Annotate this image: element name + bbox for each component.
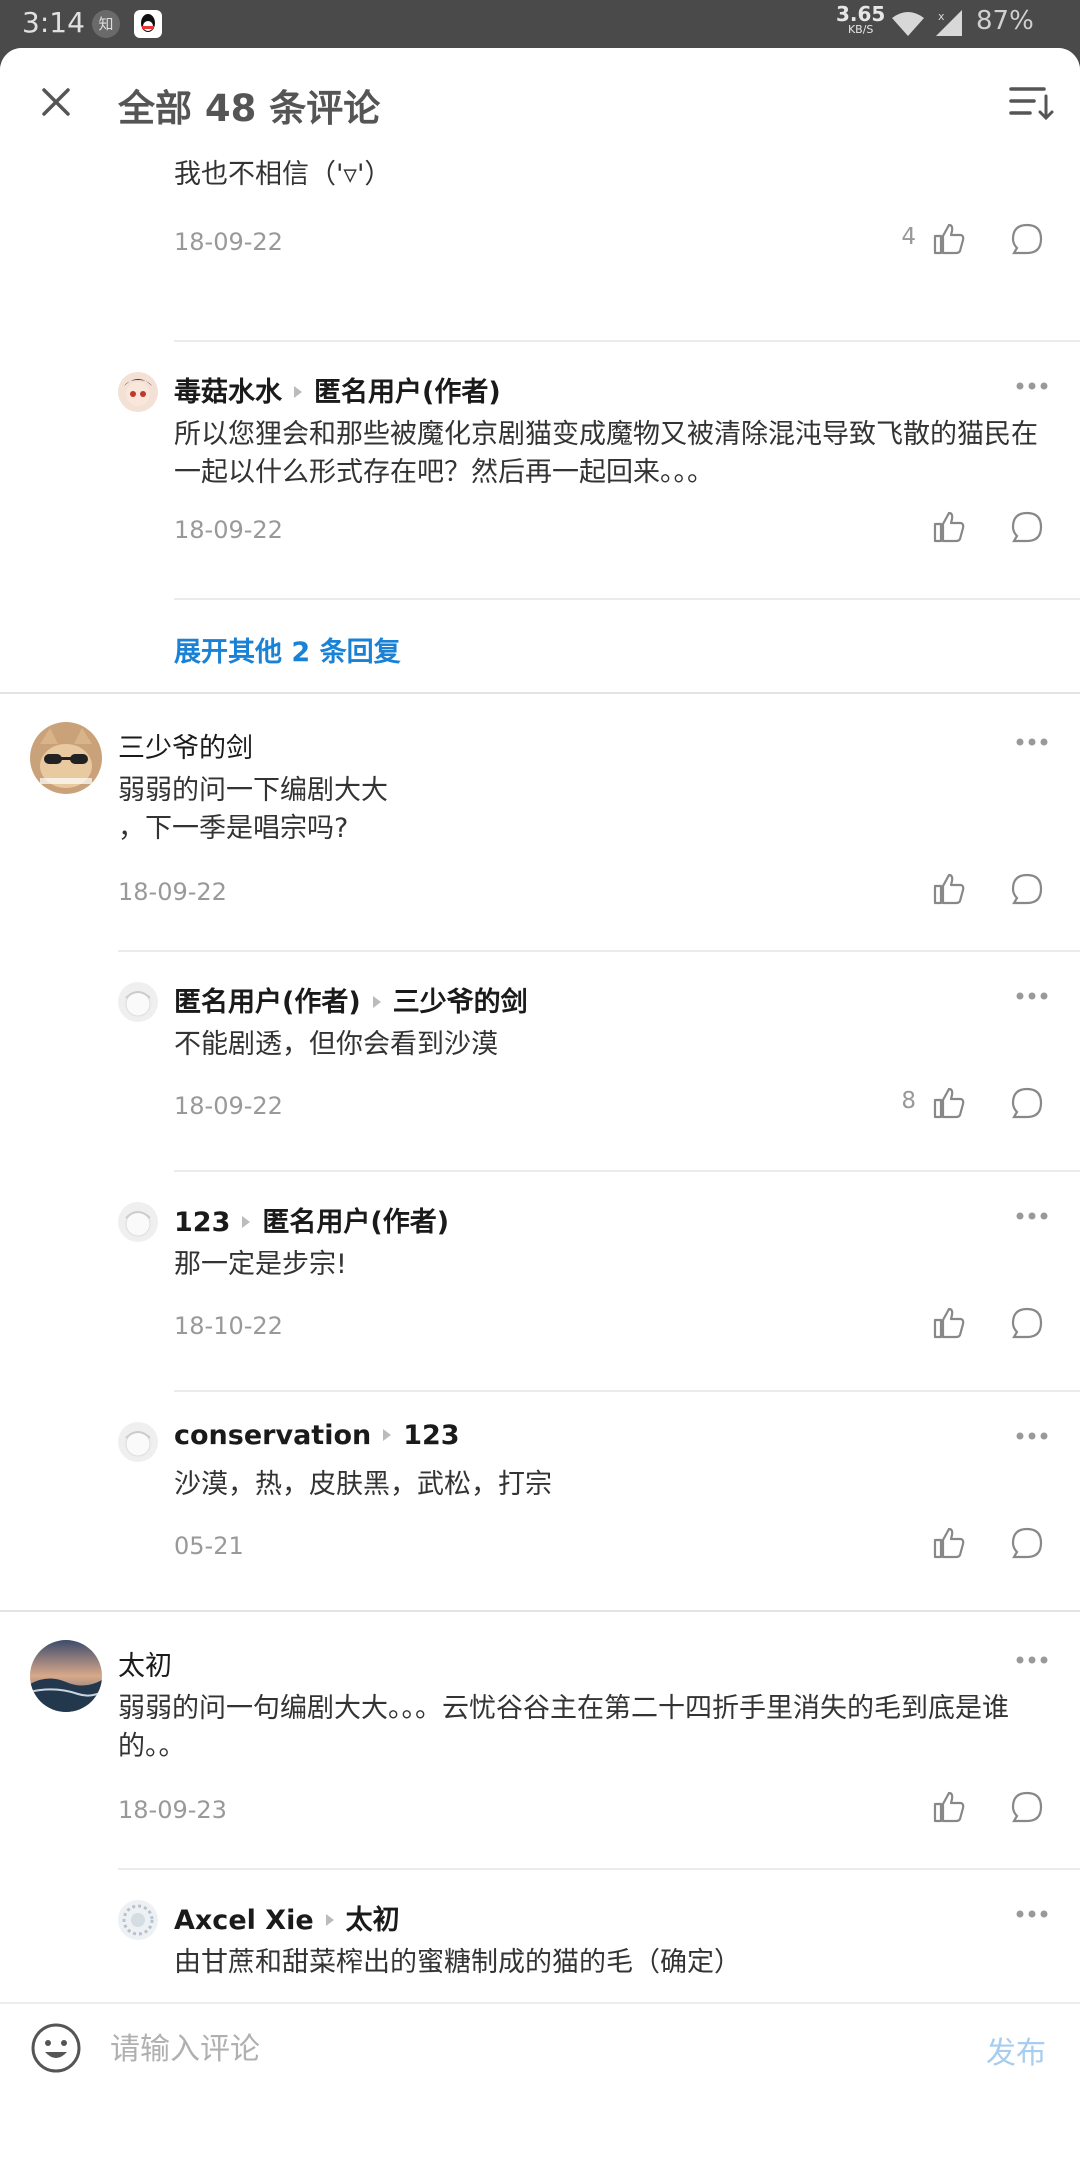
reply-icon[interactable] <box>1010 1086 1044 1120</box>
more-icon[interactable] <box>1016 1426 1048 1440</box>
svg-text:x: x <box>938 10 945 23</box>
sheet-header: 全部 48 条评论 <box>0 48 1080 158</box>
more-icon[interactable] <box>1016 732 1048 746</box>
comment-text: 沙漠，热，皮肤黑，武松，打宗 <box>174 1469 552 1500</box>
comment-text: 弱弱的问一下编剧大大 ，下一季是唱宗吗? <box>118 775 388 844</box>
comment-text: 我也不相信（'▿'） <box>174 159 392 190</box>
reply-item: 匿名用户(作者) 三少爷的剑 不能剧透，但你会看到沙漠 18-09-22 8 <box>0 952 1080 1172</box>
like-count: 4 <box>901 224 916 250</box>
reply-icon[interactable] <box>1010 1790 1044 1824</box>
avatar[interactable] <box>118 1900 158 1940</box>
emoji-icon[interactable] <box>30 2022 82 2074</box>
zhihu-notification-icon: 知 <box>92 10 120 38</box>
comment-text: 所以您狸会和那些被魔化京剧猫变成魔物又被清除混沌导致飞散的猫民在一起以什么形式存… <box>174 419 1038 488</box>
comment-text: 弱弱的问一句编剧大大。。。云忧谷谷主在第二十四折手里消失的毛到底是谁的。。 <box>118 1693 1009 1762</box>
reply-to-name[interactable]: 匿名用户(作者) <box>314 377 501 408</box>
comment-date: 18-10-22 <box>174 1312 283 1340</box>
expand-replies-link[interactable]: 展开其他 2 条回复 <box>174 630 401 669</box>
reply-to-name[interactable]: 太初 <box>346 1905 400 1936</box>
avatar[interactable] <box>30 1640 102 1712</box>
author-name[interactable]: 毒菇水水 <box>174 377 282 408</box>
comment-list[interactable]: 我也不相信（'▿'） 18-09-22 4 毒菇水水 匿名用户(作者) 所以您狸会… <box>0 158 1080 2068</box>
status-time: 3:14 <box>22 6 85 39</box>
comment-input-bar: 发布 <box>0 2002 1080 2096</box>
like-icon[interactable] <box>932 1526 966 1560</box>
avatar[interactable] <box>118 372 158 412</box>
more-icon[interactable] <box>1016 1650 1048 1664</box>
reply-to-name[interactable]: 匿名用户(作者) <box>262 1207 449 1238</box>
author-name[interactable]: 太初 <box>118 1651 172 1682</box>
comments-sheet: 全部 48 条评论 我也不相信（'▿'） 18-09-22 4 毒菇水水 匿名用户… <box>0 48 1080 2160</box>
reply-icon[interactable] <box>1010 510 1044 544</box>
more-icon[interactable] <box>1016 1904 1048 1918</box>
reply-arrow-icon <box>325 1914 334 1926</box>
reply-icon[interactable] <box>1010 1526 1044 1560</box>
network-speed-value: 3.65 <box>836 2 886 26</box>
status-bar: 3:14 知 3.65 KB/S x 87% <box>0 0 1080 48</box>
like-icon[interactable] <box>932 1306 966 1340</box>
author-name[interactable]: conservation <box>174 1420 371 1451</box>
comment-text: 那一定是步宗! <box>174 1249 347 1280</box>
like-icon[interactable] <box>932 1086 966 1120</box>
author-name[interactable]: Axcel Xie <box>174 1905 314 1936</box>
more-icon[interactable] <box>1016 1206 1048 1220</box>
author-line: 三少爷的剑 <box>118 726 253 765</box>
author-name[interactable]: 123 <box>174 1207 230 1238</box>
publish-button[interactable]: 发布 <box>986 2028 1046 2072</box>
comment-text: 不能剧透，但你会看到沙漠 <box>174 1029 498 1060</box>
author-line: 匿名用户(作者) 三少爷的剑 <box>174 980 528 1019</box>
comment-item: 三少爷的剑 弱弱的问一下编剧大大 ，下一季是唱宗吗? 18-09-22 <box>0 694 1080 994</box>
comment-date: 18-09-22 <box>174 228 283 256</box>
author-line: conservation 123 <box>174 1420 460 1451</box>
avatar[interactable] <box>30 722 102 794</box>
more-icon[interactable] <box>1016 376 1048 390</box>
reply-icon[interactable] <box>1010 222 1044 256</box>
comment-date: 18-09-22 <box>174 516 283 544</box>
author-line: Axcel Xie 太初 <box>174 1898 400 1937</box>
reply-item: 毒菇水水 匿名用户(作者) 所以您狸会和那些被魔化京剧猫变成魔物又被清除混沌导致飞… <box>0 342 1080 600</box>
comment-text: 由甘蔗和甜菜榨出的蜜糖制成的猫的毛（确定） <box>174 1947 741 1978</box>
comment-date: 18-09-23 <box>118 1796 227 1824</box>
comment-item: 太初 弱弱的问一句编剧大大。。。云忧谷谷主在第二十四折手里消失的毛到底是谁的。。… <box>0 1612 1080 1912</box>
like-icon[interactable] <box>932 510 966 544</box>
reply-arrow-icon <box>383 1429 392 1441</box>
comment-date: 18-09-22 <box>118 878 227 906</box>
avatar[interactable] <box>118 1422 158 1462</box>
comment-input[interactable] <box>110 2024 930 2074</box>
reply-item: 123 匿名用户(作者) 那一定是步宗! 18-10-22 <box>0 1172 1080 1392</box>
comment-date: 05-21 <box>174 1532 244 1560</box>
author-name[interactable]: 三少爷的剑 <box>118 733 253 764</box>
avatar[interactable] <box>118 982 158 1022</box>
author-line: 123 匿名用户(作者) <box>174 1200 449 1239</box>
like-icon[interactable] <box>932 1790 966 1824</box>
battery-level: 87% <box>976 6 1034 36</box>
reply-arrow-icon <box>372 996 381 1008</box>
wifi-icon <box>890 10 926 42</box>
sort-icon[interactable] <box>1008 82 1054 122</box>
network-speed: 3.65 KB/S <box>836 4 885 35</box>
reply-arrow-icon <box>242 1216 251 1228</box>
reply-item: conservation 123 沙漠，热，皮肤黑，武松，打宗 05-21 <box>0 1392 1080 1612</box>
divider <box>174 598 1080 600</box>
author-name[interactable]: 匿名用户(作者) <box>174 987 361 1018</box>
cell-signal-icon: x <box>934 8 964 42</box>
avatar[interactable] <box>118 1202 158 1242</box>
comment-date: 18-09-22 <box>174 1092 283 1120</box>
reply-icon[interactable] <box>1010 872 1044 906</box>
close-icon[interactable] <box>36 82 76 122</box>
more-icon[interactable] <box>1016 986 1048 1000</box>
page-title: 全部 48 条评论 <box>118 87 381 130</box>
like-icon[interactable] <box>932 872 966 906</box>
like-count: 8 <box>901 1088 916 1114</box>
qq-notification-icon <box>134 10 162 38</box>
author-line: 太初 <box>118 1644 172 1683</box>
reply-arrow-icon <box>294 386 302 398</box>
reply-to-name[interactable]: 123 <box>403 1420 459 1451</box>
author-line: 毒菇水水 匿名用户(作者) <box>174 370 501 409</box>
reply-to-name[interactable]: 三少爷的剑 <box>393 987 528 1018</box>
like-icon[interactable] <box>932 222 966 256</box>
reply-item: 我也不相信（'▿'） 18-09-22 4 <box>0 158 1080 342</box>
reply-icon[interactable] <box>1010 1306 1044 1340</box>
